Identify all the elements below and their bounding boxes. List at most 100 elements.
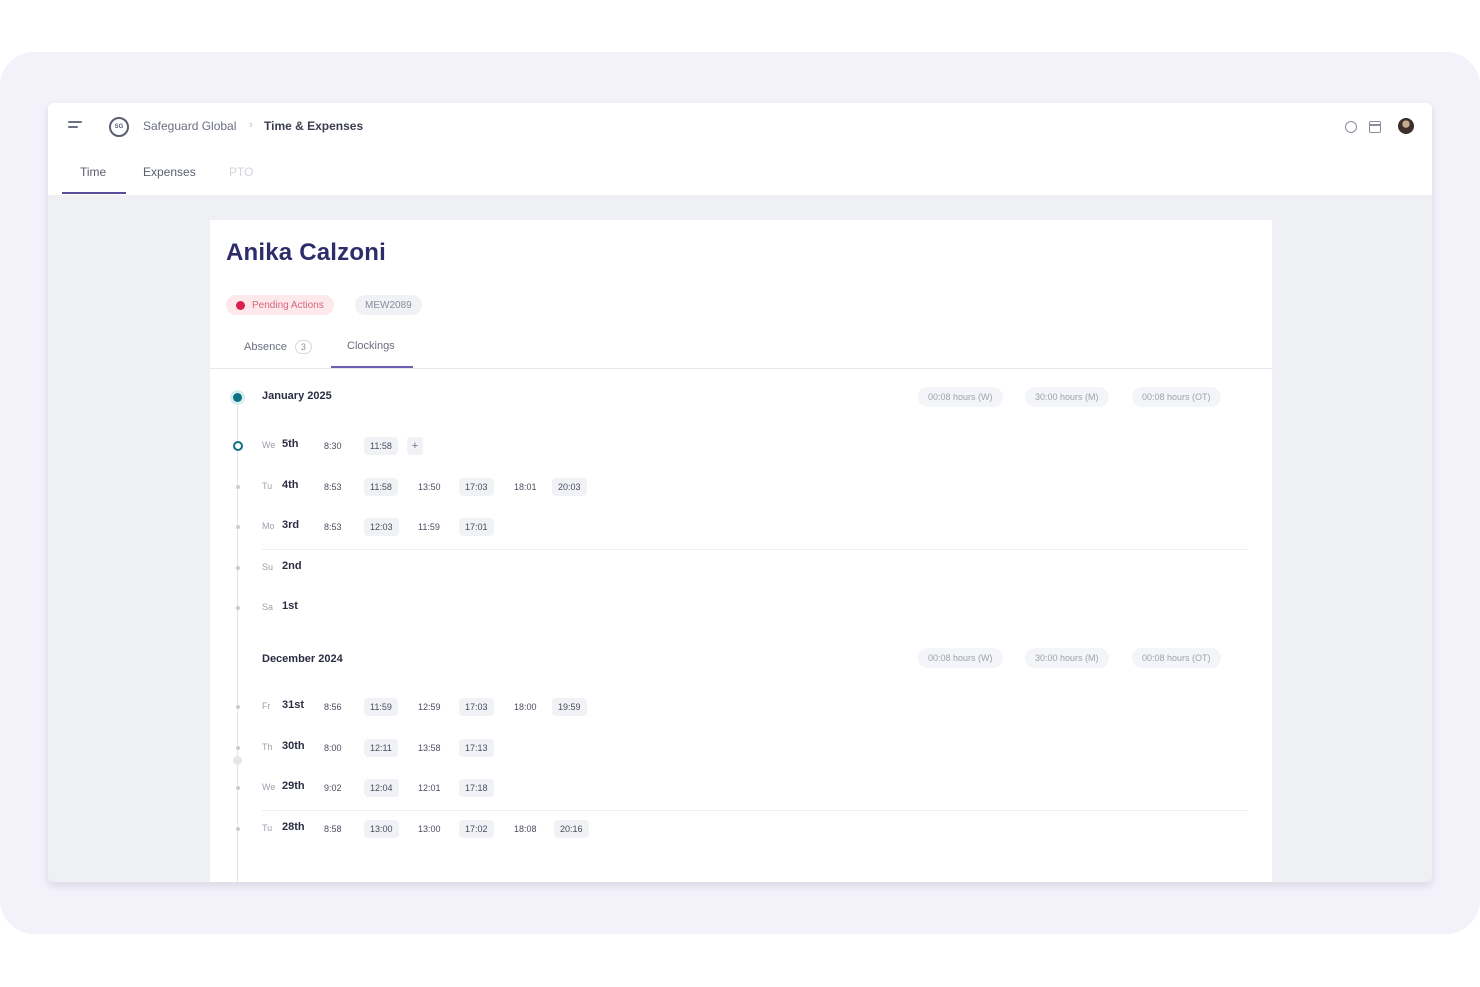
status-badge-label: Pending Actions (252, 299, 324, 311)
hours-month-chip: 30:00 hours (M) (1025, 387, 1109, 407)
clock-entry[interactable]: 13:50 (412, 478, 447, 496)
clock-entry[interactable]: 11:58 (364, 478, 398, 496)
day-date: 5th (282, 438, 299, 450)
employee-id-badge: MEW2089 (355, 295, 422, 315)
breadcrumb-separator: › (249, 119, 253, 131)
day-marker (236, 827, 240, 831)
clock-entry[interactable]: 13:58 (412, 739, 447, 757)
clock-entry[interactable]: 8:58 (318, 820, 348, 838)
today-marker (233, 441, 243, 451)
clock-entry[interactable]: 19:59 (552, 698, 587, 716)
day-date: 2nd (282, 560, 302, 572)
clock-entry[interactable]: 12:11 (364, 739, 398, 757)
day-date: 1st (282, 600, 298, 612)
clock-entry[interactable]: 18:08 (508, 820, 543, 838)
clock-entry[interactable]: 20:16 (554, 820, 589, 838)
month-heading: January 2025 (262, 390, 332, 402)
day-marker (236, 705, 240, 709)
list-item: Su 2nd (210, 557, 1272, 579)
clock-entry[interactable]: 12:01 (412, 779, 447, 797)
clock-entry[interactable]: 11:59 (364, 698, 398, 716)
tab-pto[interactable]: PTO (229, 165, 253, 179)
clock-entry[interactable]: 8:53 (318, 518, 348, 536)
day-date: 4th (282, 479, 299, 491)
tab-time[interactable]: Time (80, 165, 106, 179)
day-weekday: We (262, 782, 276, 792)
breadcrumb-organization[interactable]: Safeguard Global (143, 119, 236, 133)
tab-expenses[interactable]: Expenses (143, 165, 196, 179)
day-weekday: Th (262, 742, 273, 752)
clock-entry[interactable]: 12:59 (412, 698, 447, 716)
clock-entry[interactable]: 17:02 (459, 820, 494, 838)
list-item: Mo 3rd 8:53 12:03 11:59 17:01 (210, 516, 1272, 538)
hours-month-chip: 30:00 hours (M) (1025, 648, 1109, 668)
divider (262, 810, 1248, 811)
list-item: We 5th 8:30 11:58 + (210, 435, 1272, 457)
clock-entry[interactable]: 11:59 (412, 518, 446, 536)
clock-entry[interactable]: 12:04 (364, 779, 399, 797)
day-marker (236, 566, 240, 570)
hours-worked-chip: 00:08 hours (W) (918, 387, 1003, 407)
add-clocking-button[interactable]: + (407, 437, 423, 455)
clock-entry[interactable]: 17:18 (459, 779, 494, 797)
day-marker (236, 525, 240, 529)
clock-entry[interactable]: 18:01 (508, 478, 543, 496)
list-item: We 29th 9:02 12:04 12:01 17:18 (210, 777, 1272, 799)
clock-entry[interactable]: 20:03 (552, 478, 587, 496)
calendar-icon[interactable] (1369, 121, 1381, 133)
clock-entry[interactable]: 8:56 (318, 698, 348, 716)
day-weekday: Mo (262, 521, 275, 531)
list-item: Tu 4th 8:53 11:58 13:50 17:03 18:01 20:0… (210, 476, 1272, 498)
divider (210, 368, 1272, 369)
day-marker (236, 606, 240, 610)
tab-absence[interactable]: Absence 3 (244, 340, 312, 354)
list-item: Tu 28th 8:58 13:00 13:00 17:02 18:08 20:… (210, 818, 1272, 840)
clock-entry[interactable]: 13:00 (364, 820, 399, 838)
month-heading: December 2024 (262, 653, 343, 665)
divider (262, 549, 1248, 550)
day-date: 30th (282, 740, 305, 752)
clock-entry[interactable]: 17:01 (459, 518, 494, 536)
app-window: SG Safeguard Global › Time & Expenses Ti… (48, 103, 1432, 882)
tab-clockings[interactable]: Clockings (347, 340, 395, 352)
hours-worked-chip: 00:08 hours (W) (918, 648, 1003, 668)
clock-entry[interactable]: 17:03 (459, 478, 494, 496)
avatar[interactable] (1398, 118, 1414, 134)
hours-overtime-chip: 00:08 hours (OT) (1132, 648, 1221, 668)
month-marker (233, 393, 242, 402)
list-item: Th 30th 8:00 12:11 13:58 17:13 (210, 737, 1272, 759)
clock-entry[interactable]: 8:53 (318, 478, 348, 496)
clock-entry[interactable]: 17:03 (459, 698, 494, 716)
logo-icon: SG (109, 117, 129, 137)
clock-entry[interactable]: 9:02 (318, 779, 348, 797)
employee-name: Anika Calzoni (226, 239, 386, 266)
tab-active-indicator (62, 192, 126, 194)
employee-card: Anika Calzoni Pending Actions MEW2089 Ab… (210, 220, 1272, 882)
top-bar: SG Safeguard Global › Time & Expenses Ti… (48, 103, 1432, 195)
day-marker (236, 786, 240, 790)
tab-absence-label: Absence (244, 341, 287, 353)
status-badge[interactable]: Pending Actions (226, 295, 334, 315)
clock-entry[interactable]: 8:30 (318, 437, 348, 455)
timeline-line (237, 396, 238, 882)
menu-icon[interactable] (68, 121, 82, 131)
day-date: 29th (282, 780, 305, 792)
day-weekday: Sa (262, 602, 274, 612)
hours-overtime-chip: 00:08 hours (OT) (1132, 387, 1221, 407)
list-item: Fr 31st 8:56 11:59 12:59 17:03 18:00 19:… (210, 696, 1272, 718)
day-weekday: Su (262, 562, 274, 572)
clock-entry[interactable]: 13:00 (412, 820, 447, 838)
day-marker (236, 746, 240, 750)
day-weekday: We (262, 440, 276, 450)
day-weekday: Fr (262, 701, 271, 711)
help-icon[interactable] (1345, 121, 1357, 133)
clock-entry[interactable]: 17:13 (459, 739, 494, 757)
clock-entry[interactable]: 12:03 (364, 518, 399, 536)
day-date: 28th (282, 821, 305, 833)
clock-entry[interactable]: 8:00 (318, 739, 348, 757)
clock-entry[interactable]: 18:00 (508, 698, 543, 716)
clock-entry[interactable]: 11:58 (364, 437, 398, 455)
list-item: Sa 1st (210, 597, 1272, 619)
absence-count-badge: 3 (294, 340, 312, 354)
alert-dot-icon (236, 300, 245, 310)
